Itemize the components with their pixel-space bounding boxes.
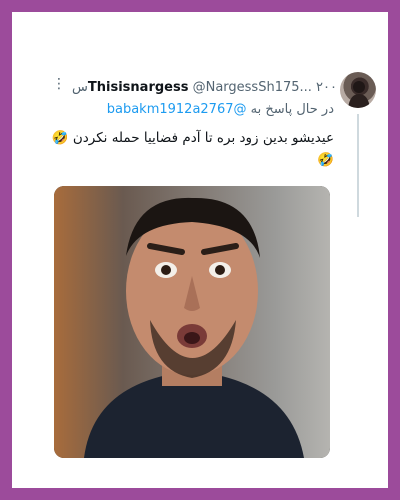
reply-mention-link[interactable]: @babakm1912a2767: [107, 102, 247, 117]
thread-line: [357, 114, 359, 217]
video-thumbnail[interactable]: [54, 186, 330, 458]
video-frame: [54, 186, 330, 458]
reply-to: در حال پاسخ به @babakm1912a2767: [42, 102, 334, 117]
user-handle[interactable]: @NargessSh175...: [193, 80, 312, 95]
tweet-header: Thisisnargess @NargessSh175... ۲۰۰س: [42, 80, 337, 95]
tweet-text: عیدیشو بدین زود بره تا آدم فضاییا حمله ن…: [51, 130, 334, 168]
more-horizontal-icon[interactable]: ⋮: [52, 76, 66, 92]
display-name[interactable]: Thisisnargess: [88, 80, 189, 95]
reply-label: در حال پاسخ به: [250, 102, 334, 117]
post-card: Thisisnargess @NargessSh175... ۲۰۰س ⋮ در…: [12, 12, 388, 488]
avatar[interactable]: [340, 72, 376, 108]
avatar-image: [348, 81, 370, 108]
